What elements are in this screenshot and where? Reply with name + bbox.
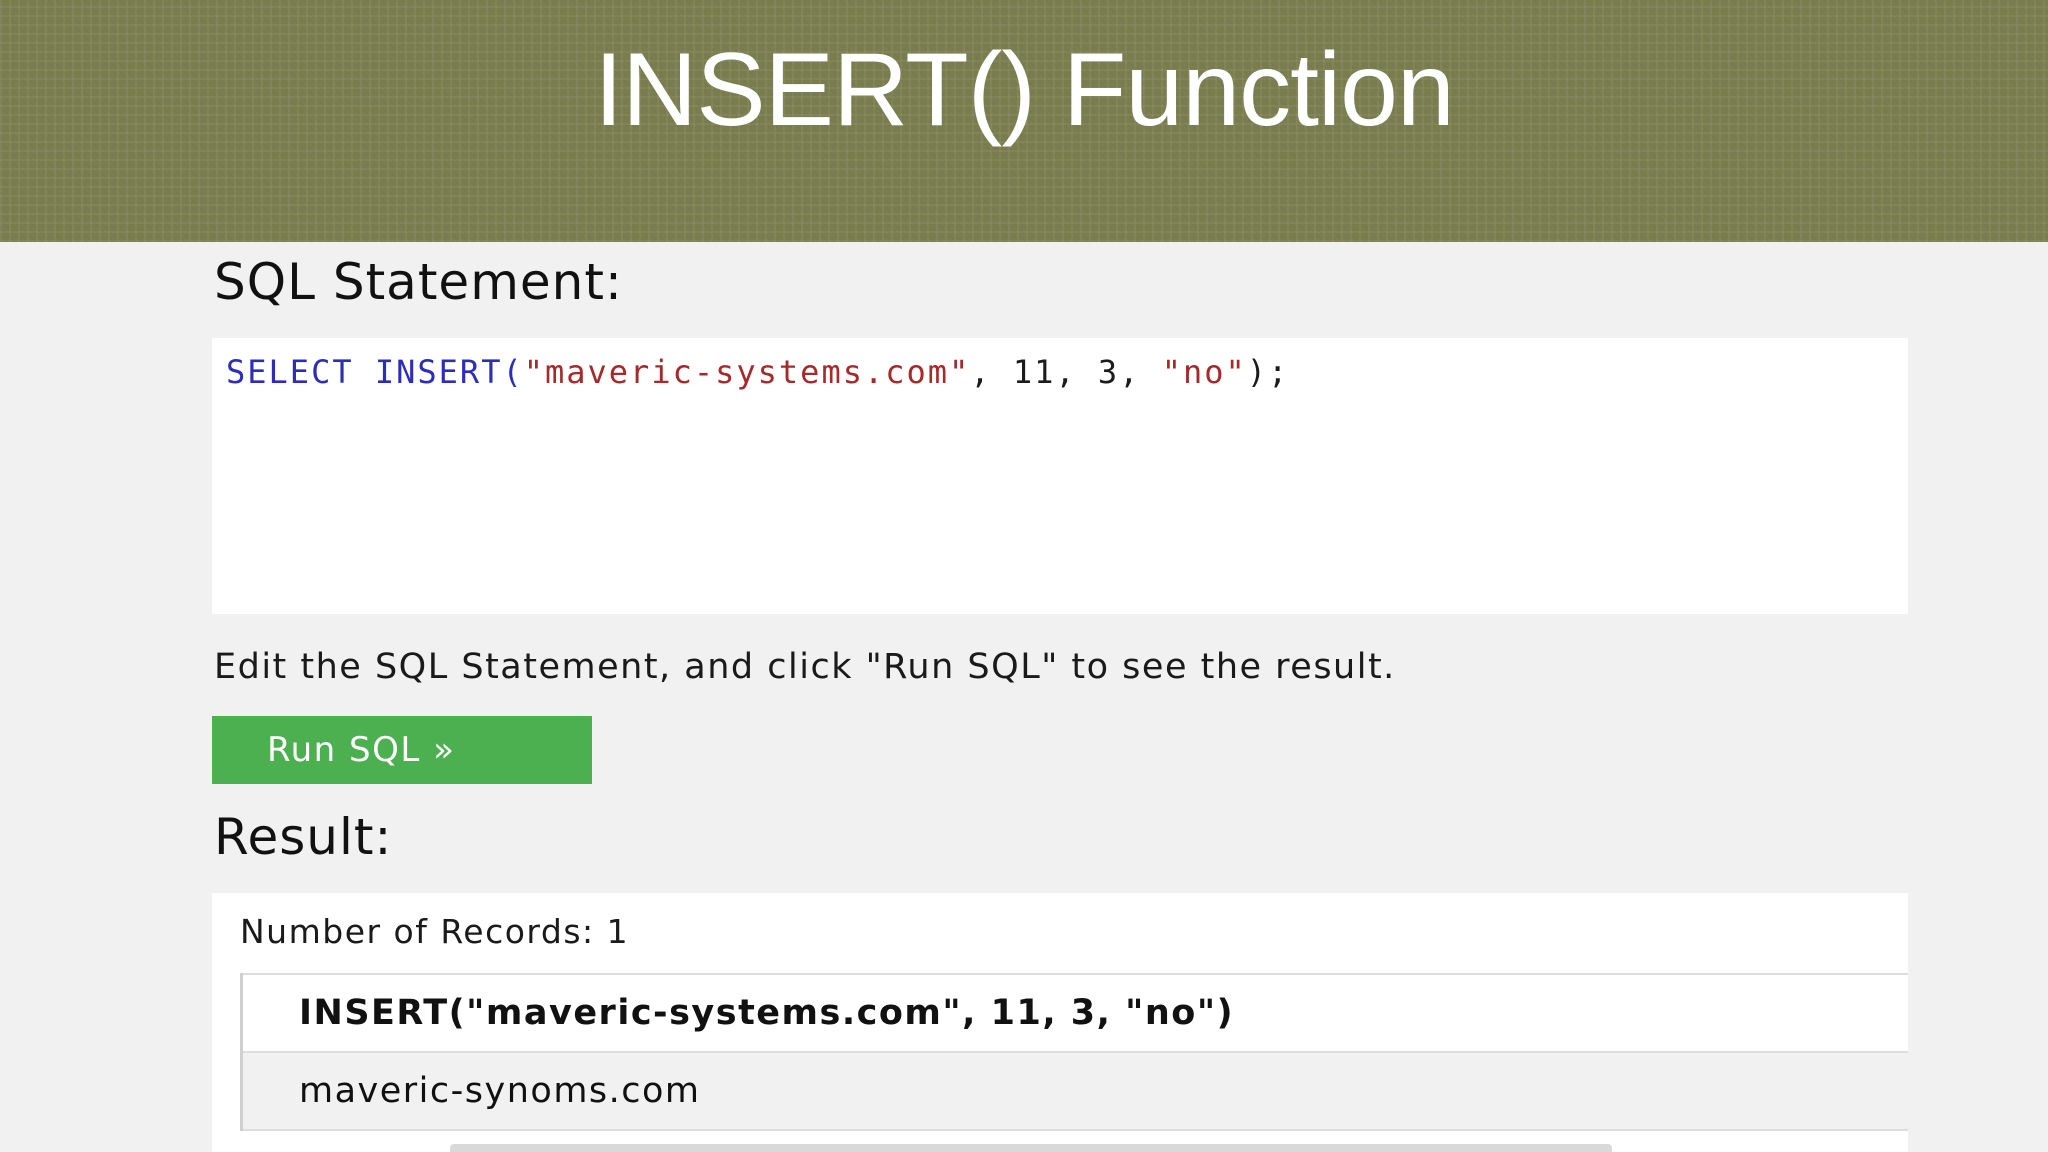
slide-title: INSERT() Function [594, 32, 1455, 148]
sql-statement-heading: SQL Statement: [214, 253, 623, 311]
result-cell: maveric-synoms.com [240, 1052, 1908, 1131]
instruction-text: Edit the SQL Statement, and click "Run S… [214, 647, 1396, 687]
result-panel: Number of Records: 1 INSERT("maveric-sys… [212, 893, 1908, 1152]
result-column-header: INSERT("maveric-systems.com", 11, 3, "no… [240, 973, 1908, 1053]
scrollbar[interactable] [450, 1144, 1612, 1152]
sql-statement-end: ); [1246, 353, 1290, 391]
run-sql-button[interactable]: Run SQL » [212, 716, 592, 784]
sql-string-arg: "maveric-systems.com" [523, 353, 971, 391]
sql-keyword-select: SELECT [226, 353, 354, 391]
record-count: Number of Records: 1 [240, 912, 630, 951]
table-row: maveric-synoms.com [240, 1052, 1908, 1131]
result-table: INSERT("maveric-systems.com", 11, 3, "no… [240, 973, 1908, 1131]
result-header-row: INSERT("maveric-systems.com", 11, 3, "no… [240, 973, 1908, 1053]
sql-editor[interactable]: SELECT INSERT("maveric-systems.com", 11,… [212, 338, 1908, 614]
slide: INSERT() Function SQL Statement: SELECT … [0, 0, 2048, 1152]
sql-code-line[interactable]: SELECT INSERT("maveric-systems.com", 11,… [226, 348, 1289, 396]
sql-string-arg-replacement: "no" [1161, 353, 1247, 391]
result-heading: Result: [214, 808, 393, 866]
header-band: INSERT() Function [0, 0, 2048, 242]
sql-numeric-args: , 11, 3, [970, 353, 1162, 391]
sql-function-insert: INSERT( [374, 353, 524, 391]
